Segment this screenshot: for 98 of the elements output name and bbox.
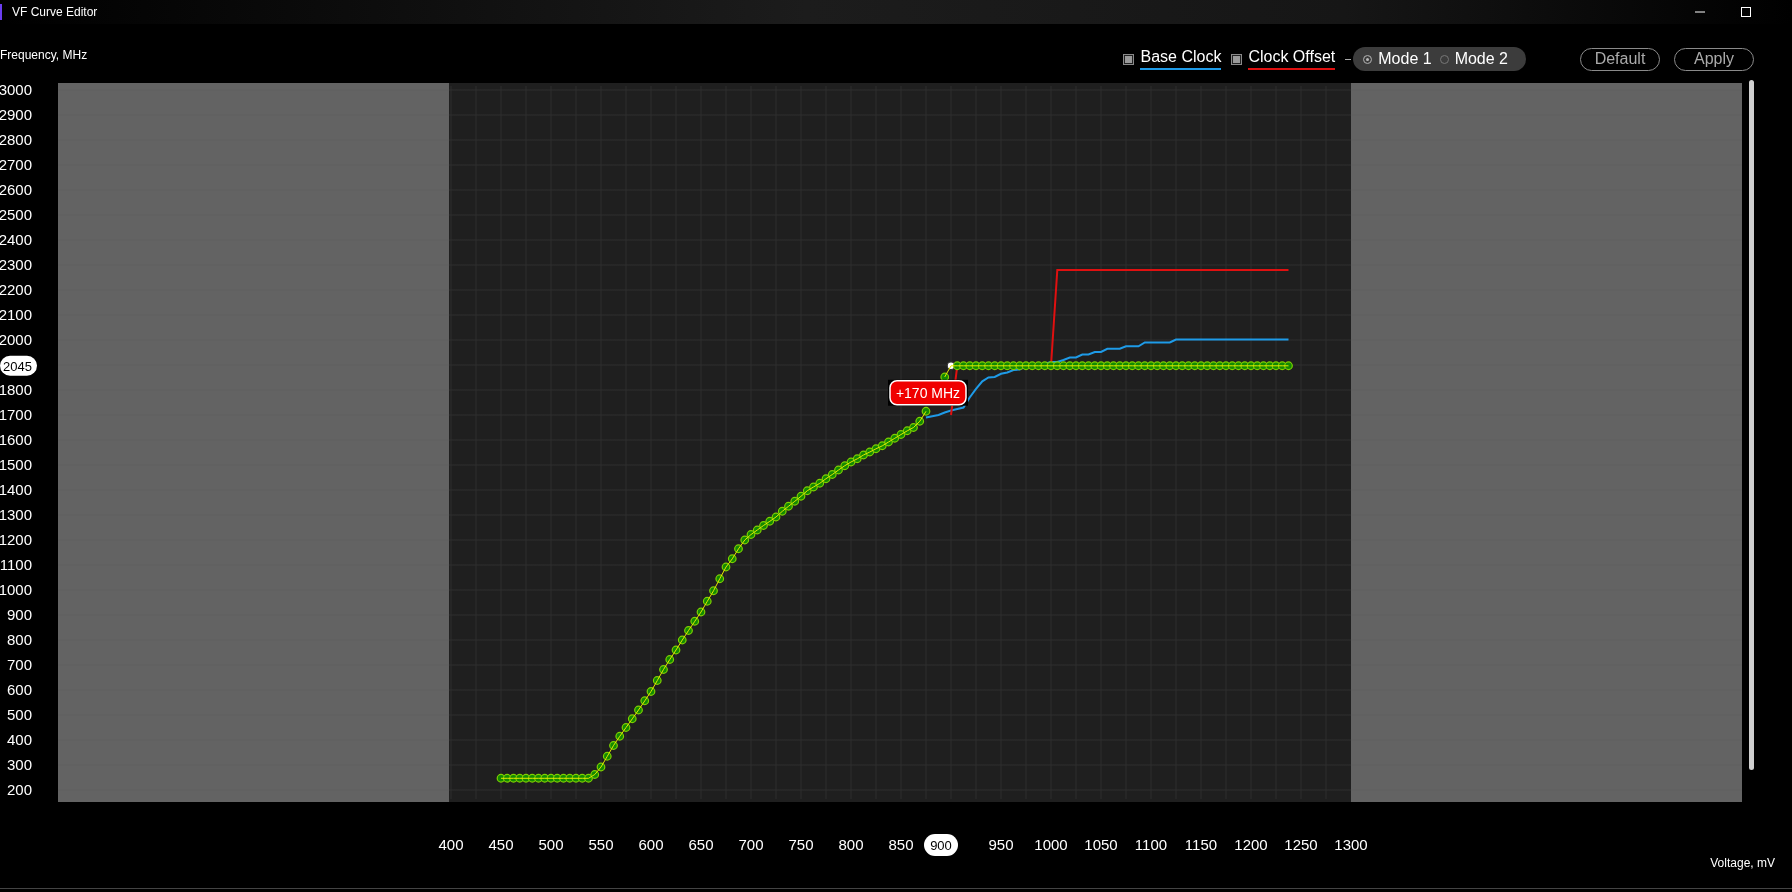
y-axis-label: 2500 [0, 206, 32, 223]
curve-point[interactable] [684, 626, 693, 635]
curve-point[interactable] [627, 714, 637, 724]
checkbox[interactable] [1123, 53, 1135, 65]
y-axis-label: 900 [6, 606, 32, 623]
curve-point[interactable] [715, 574, 725, 584]
y-axis-label: 2900 [0, 106, 32, 123]
x-axis-label: 1050 [1084, 836, 1118, 853]
y-axis-label: 2100 [0, 306, 32, 323]
curve-point[interactable] [702, 596, 712, 606]
y-axis-label: 1600 [0, 431, 32, 448]
curve-point[interactable] [696, 607, 706, 617]
checkbox[interactable] [1231, 53, 1243, 65]
value-badge: 2045 [0, 355, 37, 376]
y-axis-label: 2000 [0, 331, 32, 348]
annotation: +170 MHz [895, 384, 961, 401]
curve-point[interactable] [665, 655, 675, 664]
radio-label[interactable]: Mode 1 [1378, 50, 1432, 68]
x-axis-label: 450 [488, 836, 514, 853]
curve-point[interactable] [677, 635, 687, 645]
curve-point[interactable] [640, 696, 650, 706]
x-axis-label: 1000 [1034, 836, 1068, 853]
y-axis-label: 2600 [0, 181, 32, 198]
x-axis-label: 850 [888, 836, 914, 853]
curve-point[interactable] [615, 731, 625, 741]
y-axis-label: 200 [6, 781, 32, 798]
apply-button[interactable]: Apply [1674, 47, 1754, 71]
window-title: VF Curve Editor [12, 5, 98, 19]
x-axis-label: 400 [438, 836, 464, 853]
curve-point[interactable] [671, 645, 681, 655]
curve-point[interactable] [609, 741, 618, 750]
curve-point[interactable] [690, 616, 700, 626]
curve-point[interactable] [790, 496, 800, 506]
y-axis-label: 1100 [0, 556, 32, 573]
y-axis-label: 1400 [0, 481, 32, 498]
y-axis-label: 1700 [0, 406, 32, 423]
curve-point[interactable] [771, 512, 781, 522]
y-axis-label: 600 [6, 681, 32, 698]
curve-point[interactable] [909, 423, 918, 432]
curve-point[interactable] [1284, 361, 1293, 371]
curve-point[interactable] [652, 676, 662, 685]
y-axis-label: 700 [6, 656, 32, 673]
curve-point[interactable] [915, 416, 925, 426]
default-button[interactable]: Default [1580, 47, 1660, 71]
curve-point[interactable] [734, 544, 743, 554]
legend-label[interactable]: Base Clock [1140, 48, 1222, 70]
y-axis-label: 300 [6, 756, 32, 773]
y-axis-label: 1500 [0, 456, 32, 473]
curve-point[interactable] [621, 723, 631, 732]
y-axis-label: 2700 [0, 156, 32, 173]
x-axis-label: 750 [788, 836, 814, 853]
curve-point[interactable] [740, 535, 750, 545]
x-axis-label: 1150 [1184, 836, 1218, 853]
y-axis-label: 1000 [0, 581, 32, 598]
curve-point[interactable] [602, 751, 612, 761]
curve-point[interactable] [796, 491, 806, 501]
x-axis-label: 550 [588, 836, 614, 853]
x-axis-label: 650 [688, 836, 714, 853]
y-axis-label: 800 [6, 631, 32, 648]
y-axis-label: 1800 [0, 381, 32, 398]
maximize-icon[interactable] [1740, 6, 1752, 18]
radio-button[interactable] [1363, 54, 1373, 64]
y-axis-label: 400 [6, 731, 32, 748]
curve-point[interactable] [596, 762, 606, 772]
y-axis-label: 2800 [0, 131, 32, 148]
curve-point[interactable] [659, 665, 668, 674]
curve-point[interactable] [815, 478, 825, 488]
y-axis-label: 1300 [0, 506, 32, 523]
curve-point[interactable] [709, 586, 718, 596]
x-axis-label: 1300 [1334, 836, 1368, 853]
legend-label[interactable]: Clock Offset [1248, 48, 1336, 70]
curve-point[interactable] [646, 687, 656, 696]
y-axis-label: 2300 [0, 256, 32, 273]
x-axis-label: 800 [838, 836, 864, 853]
x-axis-label: 500 [538, 836, 564, 853]
scrollbar-thumb[interactable] [1749, 80, 1754, 770]
value-badge: 900 [924, 834, 958, 856]
offset-tooltip: +170 MHz [888, 379, 968, 406]
y-axis-label: 3000 [0, 81, 32, 98]
curve-point[interactable] [590, 770, 600, 779]
curve-point[interactable] [727, 554, 737, 564]
axis-title: Frequency, MHz [0, 48, 88, 62]
y-axis-label: 1200 [0, 531, 32, 548]
x-axis-label: 1200 [1234, 836, 1268, 853]
x-axis-label: 600 [638, 836, 664, 853]
x-axis-label: 1250 [1284, 836, 1318, 853]
x-axis-label: 1100 [1134, 836, 1168, 853]
curve-point[interactable] [784, 501, 793, 511]
curve-point[interactable] [721, 562, 731, 572]
x-axis-label: 700 [738, 836, 764, 853]
x-axis-label: 950 [988, 836, 1014, 853]
y-axis-label: 500 [6, 706, 32, 723]
curve-point[interactable] [634, 705, 643, 715]
y-axis-label: 2400 [0, 231, 32, 248]
curve-point[interactable] [921, 406, 931, 416]
y-axis-label: 2200 [0, 281, 32, 298]
radio-label[interactable]: Mode 2 [1454, 50, 1508, 68]
axis-title: Voltage, mV [1710, 856, 1775, 870]
